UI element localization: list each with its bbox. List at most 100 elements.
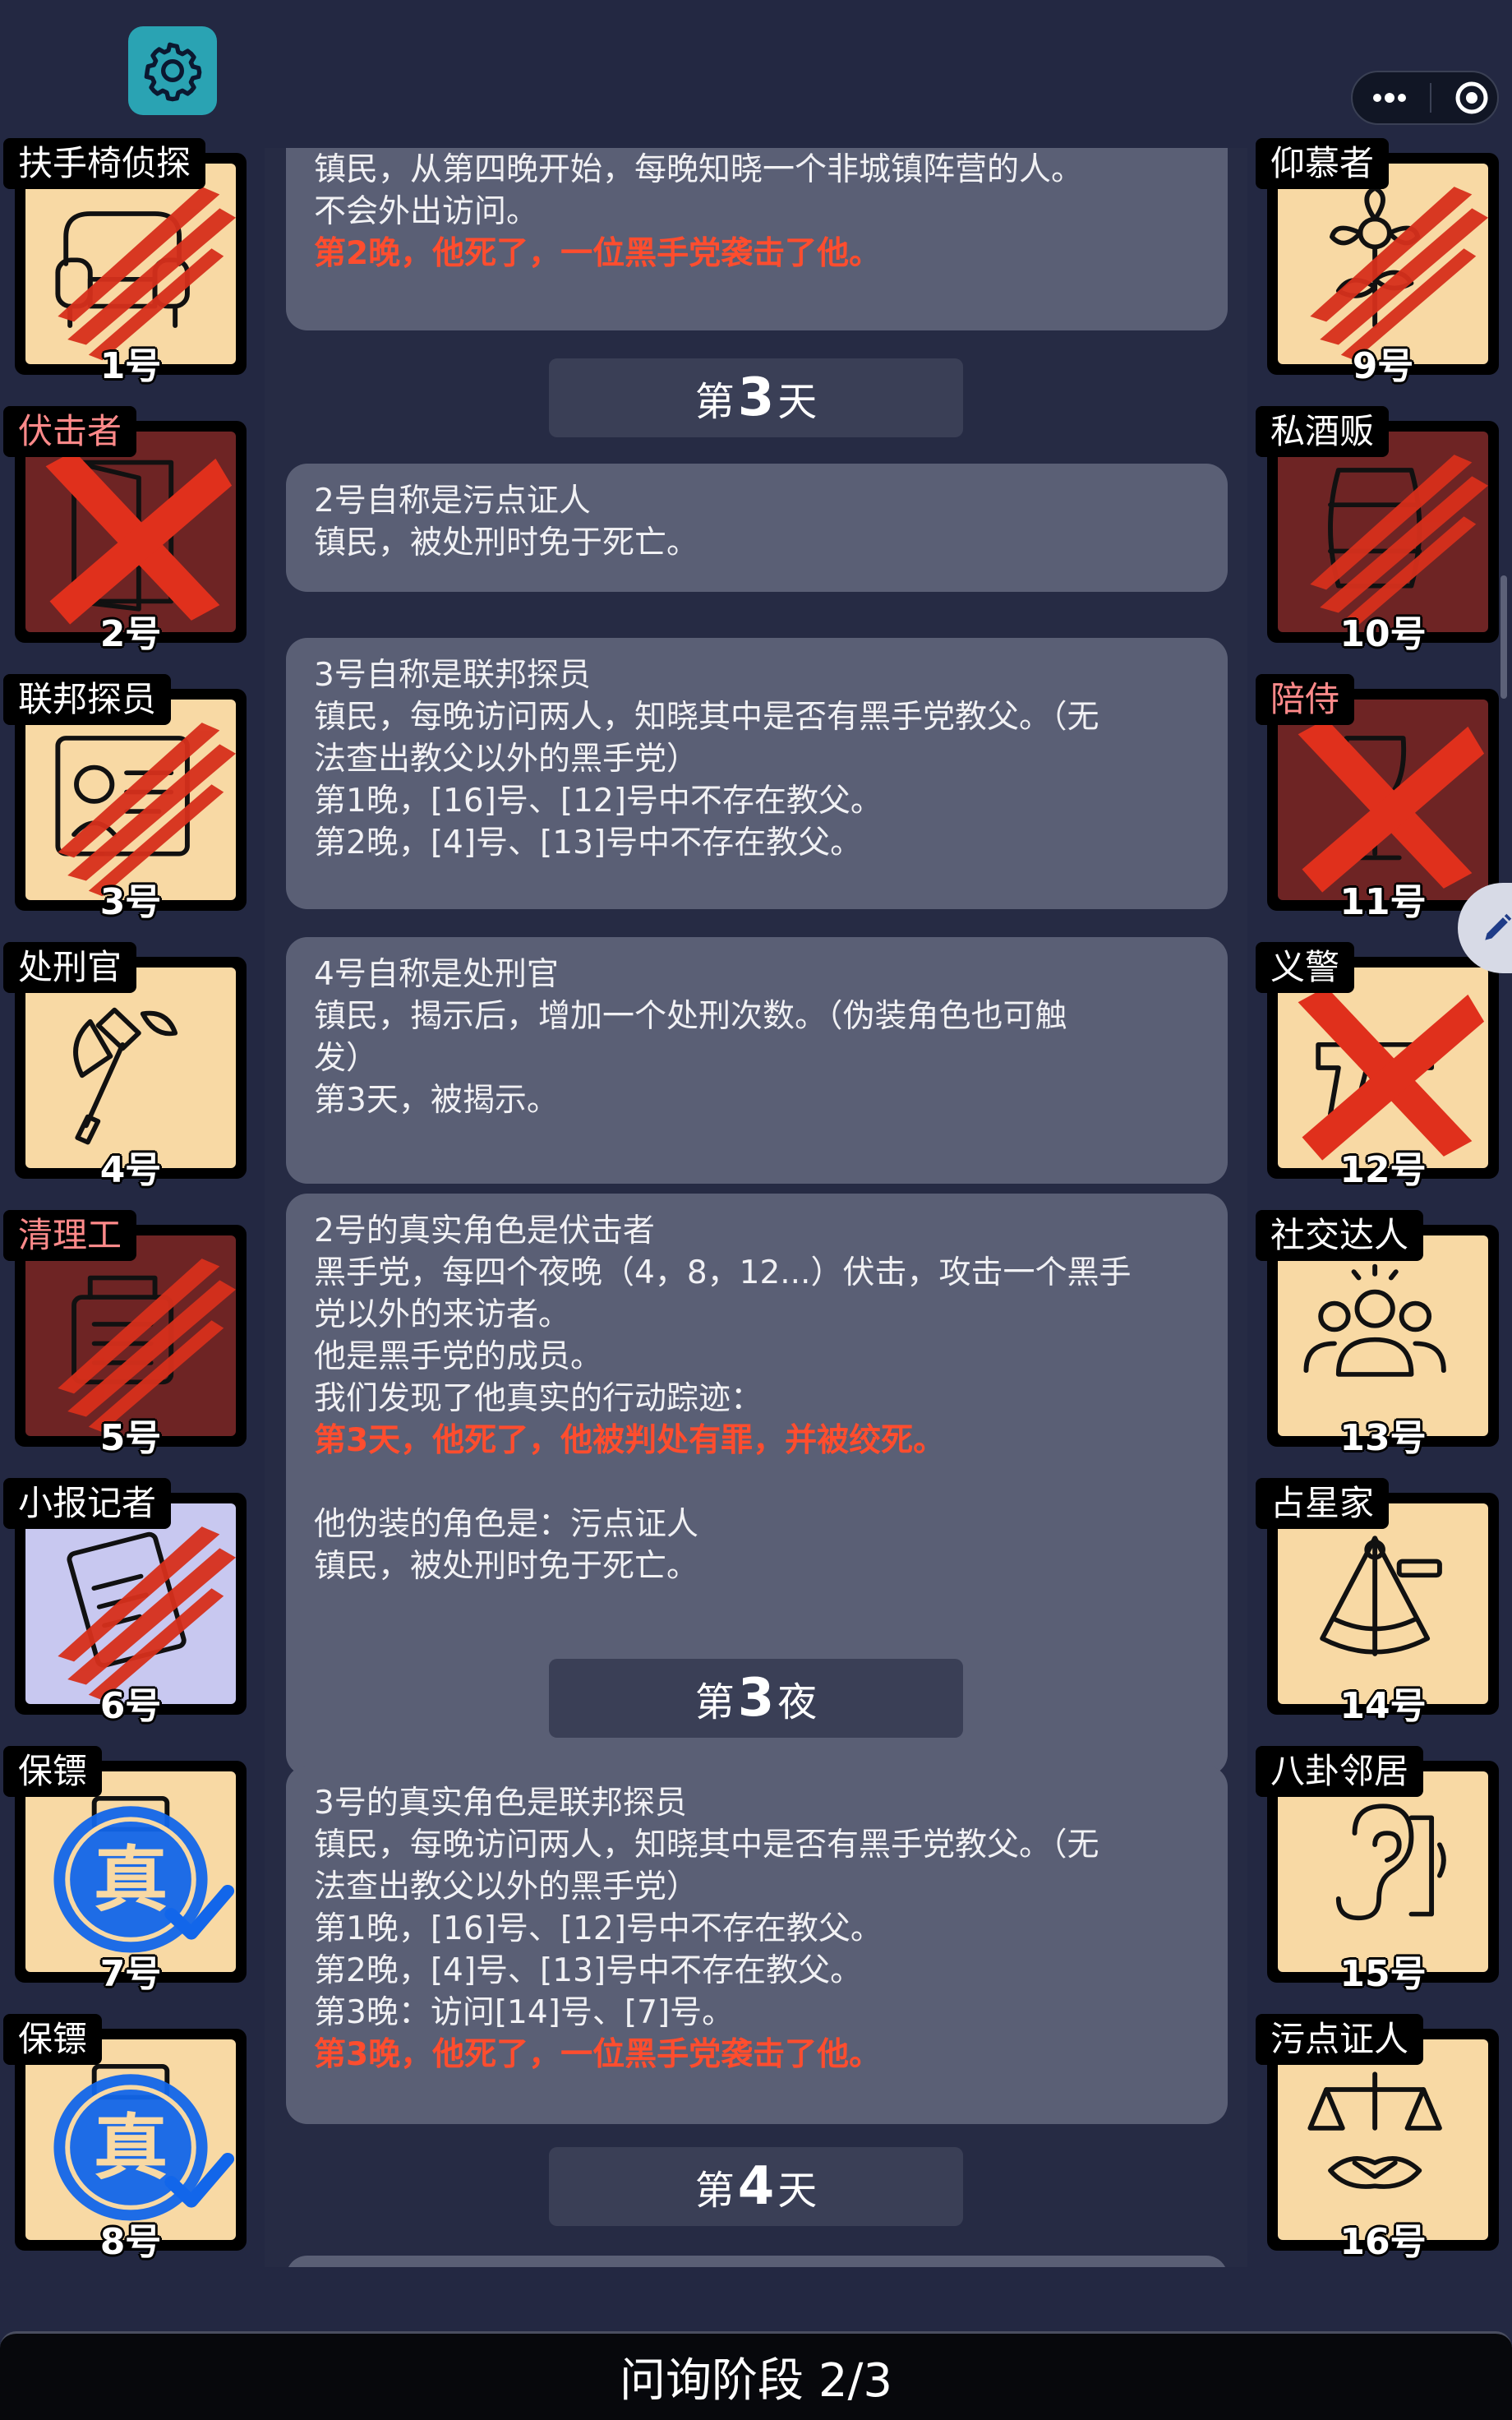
settings-button[interactable] [128, 26, 217, 115]
log-line: 镇民，从第四晚开始，每晚知晓一个非城镇阵营的人。 [314, 151, 1084, 188]
more-button[interactable] [1364, 71, 1415, 125]
player-slot-1[interactable]: 扶手椅侦探 1号 [3, 138, 247, 387]
player-number: 15号 [1339, 1953, 1427, 1995]
pencil-icon [1485, 913, 1512, 940]
player-slot-10[interactable]: 私酒贩 10号 [1256, 406, 1499, 655]
log-line: 镇民，被处刑时免于死亡。 [314, 524, 699, 561]
player-portrait [1278, 968, 1488, 1168]
log-line: 第3晚：访问[14]号、[7]号。 [314, 1994, 735, 2031]
player-role-label: 私酒贩 [1256, 406, 1390, 457]
log-card: 3号自称是联邦探员 镇民，每晚访问两人，知晓其中是否有黑手党教父。（无 法查出教父以… [286, 638, 1228, 909]
player-number: 1号 [99, 345, 162, 387]
log-card: 3号的真实角色是联邦探员 镇民，每晚访问两人，知晓其中是否有黑手党教父。（无 法查出… [286, 1766, 1228, 2124]
player-portrait [1278, 1503, 1488, 1704]
player-portrait [25, 1503, 236, 1704]
log-line: 镇民，揭示后，增加一个处刑次数。（伪装角色也可触 [314, 998, 1067, 1035]
phase-divider: 第3天 [549, 358, 963, 437]
true-stamp-icon: 真 [53, 1796, 235, 1953]
player-portrait [1278, 2039, 1488, 2240]
log-line: 黑手党，每四个夜晚（4，8，12...）伏击，攻击一个黑手 [314, 1254, 1132, 1291]
log-line: 不会外出访问。 [314, 193, 539, 230]
sextant-icon [1320, 1536, 1442, 1656]
player-number: 14号 [1339, 1685, 1427, 1727]
player-slot-14[interactable]: 占星家 14号 [1256, 1478, 1499, 1727]
phase-divider-suffix: 天 [777, 379, 818, 425]
player-slot-16[interactable]: 污点证人 16号 [1256, 2014, 1499, 2263]
wine-glass-icon [1298, 718, 1485, 893]
player-portrait: 真 [25, 2039, 236, 2240]
log-event-highlight: 第3晚，他死了，一位黑手党袭击了他。 [314, 2036, 882, 2073]
true-stamp-text: 真 [94, 2106, 168, 2188]
log-card: 1号的真实角色是扶手椅侦探镇民，从第四晚开始，每晚知晓一个非城镇阵营的人。不会外… [286, 148, 1228, 330]
player-portrait [25, 164, 236, 364]
player-slot-7[interactable]: 真 保镖 7号 [3, 1746, 247, 1995]
player-slot-4[interactable]: 处刑官 4号 [3, 942, 247, 1191]
target-icon [1455, 81, 1488, 114]
player-slot-3[interactable]: 联邦探员 3号 [3, 674, 247, 923]
phase-divider-prefix: 第 [694, 2168, 735, 2214]
log-card: 4号自称是处刑官 镇民，揭示后，增加一个处刑次数。（伪装角色也可触 发） 第3天，被揭… [286, 937, 1228, 1184]
gear-icon [144, 42, 202, 102]
player-slot-6[interactable]: 小报记者 6号 [3, 1478, 247, 1727]
close-miniprogram-button[interactable] [1446, 71, 1497, 125]
log-line: 发） [314, 1040, 379, 1077]
player-slot-12[interactable]: 义警 12号 [1256, 942, 1499, 1191]
player-slot-15[interactable]: 八卦邻居 15号 [1256, 1746, 1499, 1995]
log-line: 他是黑手党的成员。 [314, 1338, 603, 1375]
player-number: 2号 [99, 613, 162, 655]
player-role-label: 伏击者 [3, 406, 137, 457]
phase-divider-suffix: 天 [777, 2168, 818, 2214]
player-portrait [1278, 432, 1488, 632]
top-bar [0, 0, 1512, 140]
player-number: 8号 [99, 2221, 162, 2263]
player-slot-11[interactable]: 陪侍 11号 [1256, 674, 1499, 923]
player-role-label: 八卦邻居 [1256, 1746, 1424, 1797]
player-slot-5[interactable]: 清理工 5号 [3, 1210, 247, 1459]
log-event-highlight: 第3天，他死了，他被判处有罪，并被绞死。 [314, 1422, 946, 1459]
gun-icon [1298, 986, 1485, 1161]
log-line: 4号自称是处刑官 [314, 956, 559, 993]
badge-icon [55, 723, 236, 897]
log-card [286, 2256, 1228, 2267]
player-portrait [25, 1235, 236, 1436]
log-line: 法查出教父以外的黑手党） [314, 741, 699, 778]
player-slot-8[interactable]: 真 保镖 8号 [3, 2014, 247, 2263]
scales-icon [1307, 2071, 1442, 2189]
log-card: 2号自称是污点证人 镇民，被处刑时免于死亡。 [286, 464, 1228, 592]
player-portrait [25, 432, 236, 632]
game-log-feed[interactable]: 1号的真实角色是扶手椅侦探镇民，从第四晚开始，每晚知晓一个非城镇阵营的人。不会外… [265, 148, 1247, 2267]
true-stamp-text: 真 [94, 1838, 168, 1920]
ear-icon [1335, 1803, 1446, 1921]
player-role-label: 扶手椅侦探 [3, 138, 206, 189]
player-portrait: 真 [25, 1771, 236, 1972]
player-role-label: 保镖 [3, 2014, 103, 2065]
log-line: 2号的真实角色是伏击者 [314, 1212, 655, 1249]
phase-label: 问询阶段 2/3 [620, 2354, 892, 2408]
player-number: 4号 [99, 1149, 162, 1191]
player-number: 13号 [1339, 1417, 1427, 1459]
log-line: 镇民，每晚访问两人，知晓其中是否有黑手党教父。（无 [314, 699, 1099, 736]
log-line: 镇民，被处刑时免于死亡。 [314, 1548, 699, 1585]
log-line: 第2晚，[4]号、[13]号中不存在教父。 [314, 1952, 863, 1989]
phase-divider-prefix: 第 [694, 1679, 735, 1725]
player-role-label: 处刑官 [3, 942, 137, 993]
axe-icon [73, 1007, 178, 1145]
player-portrait [25, 700, 236, 900]
cleaner-icon [58, 1258, 236, 1433]
player-role-label: 联邦探员 [3, 674, 172, 725]
phase-bar: 问询阶段 2/3 [0, 2331, 1512, 2420]
player-slot-13[interactable]: 社交达人 13号 [1256, 1210, 1499, 1459]
phase-divider-prefix: 第 [694, 379, 735, 425]
player-role-label: 清理工 [3, 1210, 137, 1261]
player-slot-2[interactable]: 伏击者 2号 [3, 406, 247, 655]
player-number: 16号 [1339, 2221, 1427, 2263]
true-stamp-icon: 真 [53, 2064, 235, 2221]
more-dots-icon [1373, 93, 1406, 103]
phase-divider-num: 4 [737, 2156, 775, 2217]
phase-divider: 第4天 [549, 2147, 963, 2226]
player-portrait [1278, 700, 1488, 900]
player-role-label: 占星家 [1256, 1478, 1390, 1529]
people-icon [1303, 1263, 1446, 1377]
player-slot-9[interactable]: 仰慕者 9号 [1256, 138, 1499, 387]
